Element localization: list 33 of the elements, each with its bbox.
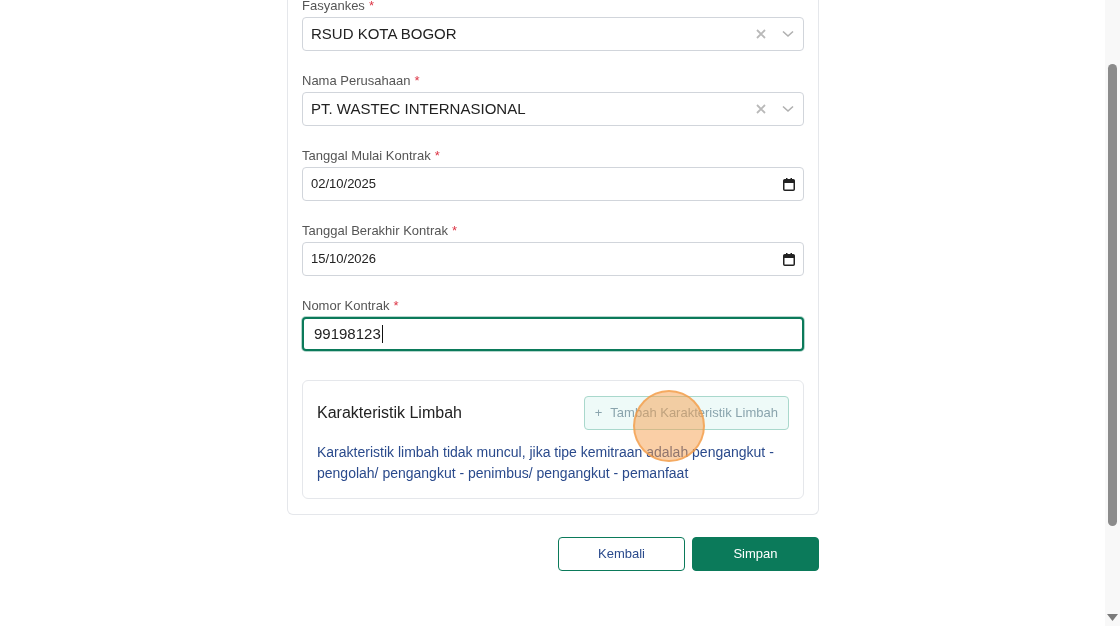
field-value: RSUD KOTA BOGOR [311, 23, 457, 44]
chevron-down-icon[interactable] [782, 105, 794, 113]
chevron-down-icon[interactable] [782, 30, 794, 38]
date-field[interactable]: 15/10/2026 [302, 242, 804, 276]
field-label: Tanggal Mulai Kontrak [302, 147, 431, 166]
info-note: Karakteristik limbah tidak muncul, jika tipe kemitraan adalah pengangkut - pengolah/ pengangkut - penimbus/ pengangkut - pemanfaat [317, 443, 775, 483]
required-mark: * [434, 147, 440, 166]
clear-icon[interactable] [756, 104, 766, 114]
calendar-icon[interactable] [783, 252, 795, 266]
required-mark: * [368, 0, 374, 16]
section-title: Karakteristik Limbah [317, 403, 462, 423]
secondary-button[interactable]: Kembali [558, 537, 685, 571]
field-label: Tanggal Berakhir Kontrak [302, 222, 448, 241]
field-value: 15/10/2026 [311, 250, 377, 269]
date-field[interactable]: 02/10/2025 [302, 167, 804, 201]
field-label: Nama Perusahaan [302, 72, 411, 91]
scrollbar-thumb[interactable] [1108, 64, 1117, 526]
required-mark: * [452, 222, 458, 241]
field-value: 99198123 [314, 323, 381, 344]
clear-icon[interactable] [756, 29, 766, 39]
text-cursor [381, 325, 384, 343]
calendar-icon[interactable] [783, 177, 795, 191]
field-value: 02/10/2025 [311, 175, 377, 194]
input-field[interactable]: 99198123 [302, 317, 804, 351]
select-field[interactable]: RSUD KOTA BOGOR [302, 17, 804, 51]
required-mark: * [414, 72, 420, 91]
scroll-down-icon[interactable] [1107, 614, 1118, 622]
field-label: Fasyankes [302, 0, 365, 16]
field-label: Nomor Kontrak [302, 297, 390, 316]
required-mark: * [393, 297, 399, 316]
primary-button[interactable]: Simpan [692, 537, 819, 571]
field-value: PT. WASTEC INTERNASIONAL [311, 98, 526, 119]
select-field[interactable]: PT. WASTEC INTERNASIONAL [302, 92, 804, 126]
